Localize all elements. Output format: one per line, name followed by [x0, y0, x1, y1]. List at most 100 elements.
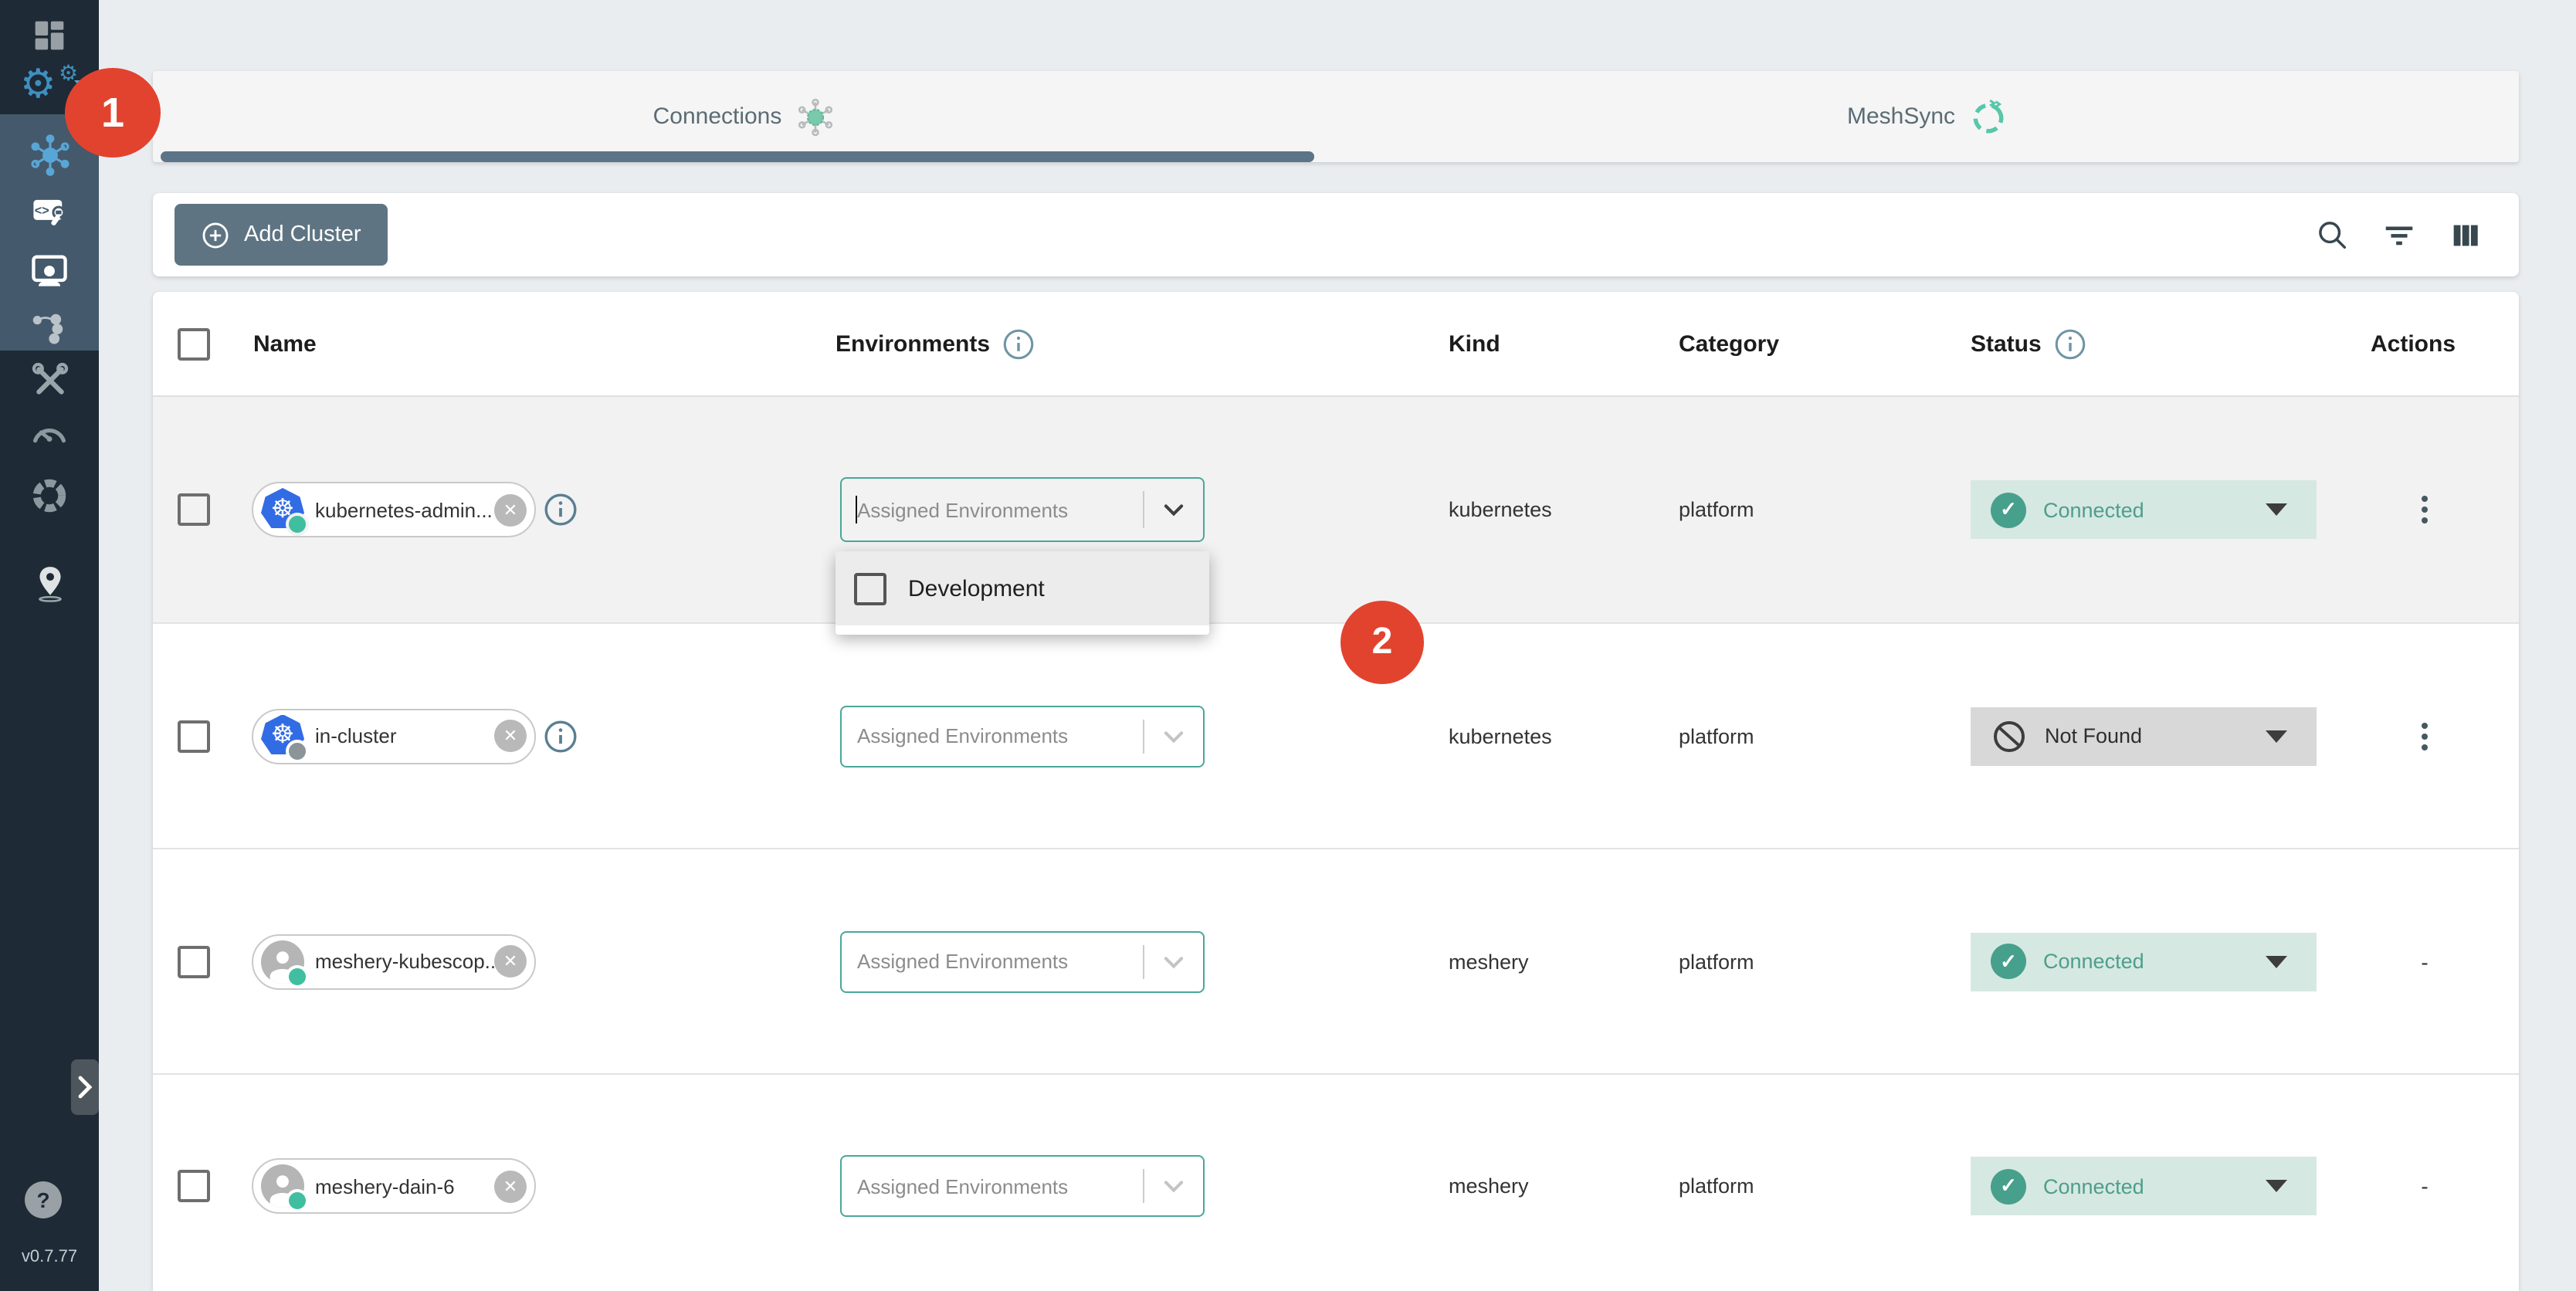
connection-chip[interactable]: meshery-kubescop... ✕	[252, 934, 536, 989]
caret-down-icon	[2266, 730, 2287, 742]
tab-meshsync[interactable]: MeshSync	[1336, 71, 2519, 162]
sidebar-item-configuration[interactable]	[0, 351, 99, 409]
chevron-down-icon[interactable]	[1157, 944, 1191, 978]
row-checkbox[interactable]	[178, 720, 210, 752]
table-row: ☸ kubernetes-admin... ✕ Dev	[153, 397, 2519, 622]
connection-chip[interactable]: meshery-dain-6 ✕	[252, 1158, 536, 1214]
option-checkbox[interactable]	[854, 572, 886, 605]
question-mark-icon: ?	[36, 1188, 49, 1212]
chevron-down-icon[interactable]	[1157, 719, 1191, 753]
environments-dropdown: Development	[836, 551, 1209, 635]
sidebar-expand-button[interactable]	[71, 1059, 99, 1115]
remove-connection-icon[interactable]: ✕	[494, 945, 527, 978]
chevron-down-icon[interactable]	[1157, 1169, 1191, 1203]
code-wrench-icon: <>	[29, 191, 69, 232]
environments-input[interactable]	[842, 498, 1120, 521]
filter-button[interactable]	[2378, 215, 2418, 255]
info-icon[interactable]	[2054, 327, 2086, 360]
select-divider	[1143, 1169, 1144, 1203]
active-tab-indicator	[161, 151, 1314, 162]
environments-input[interactable]	[842, 1174, 1120, 1198]
caret-down-icon	[2266, 503, 2287, 516]
tab-connections[interactable]: Connections	[153, 71, 1336, 162]
connection-name: in-cluster	[315, 724, 494, 747]
view-columns-button[interactable]	[2445, 215, 2485, 255]
status-badge[interactable]: ✓ Connected	[1971, 932, 2317, 991]
dropdown-option-development[interactable]: Development	[836, 551, 1209, 625]
connection-name: meshery-kubescop...	[315, 950, 494, 973]
search-button[interactable]	[2312, 215, 2352, 255]
screen-person-icon	[29, 250, 69, 290]
status-badge[interactable]: ✓ Connected	[1971, 1157, 2317, 1215]
environments-input[interactable]	[842, 724, 1120, 747]
add-cluster-button[interactable]: Add Cluster	[175, 204, 388, 266]
connections-table: Name Environments Kind Category Status A…	[153, 292, 2519, 1291]
kind-value: kubernetes	[1449, 724, 1552, 747]
column-header-name[interactable]: Name	[253, 330, 317, 357]
help-button[interactable]: ?	[25, 1181, 62, 1218]
page: ⚙ ⚙	[0, 0, 2576, 1291]
row-actions-menu-icon[interactable]	[2418, 493, 2431, 527]
mesh-network-icon	[29, 134, 70, 175]
plus-circle-icon	[201, 220, 230, 249]
connected-dot	[286, 1189, 309, 1212]
row-checkbox[interactable]	[178, 1170, 210, 1202]
connection-chip[interactable]: ☸ in-cluster ✕	[252, 708, 536, 764]
sidebar-item-performance[interactable]	[0, 405, 99, 463]
search-icon	[2314, 217, 2350, 252]
filter-icon	[2381, 217, 2416, 252]
sidebar-item-location-pin[interactable]	[0, 553, 99, 612]
environments-select[interactable]	[840, 477, 1205, 542]
table-row: meshery-dain-6 ✕ meshery platform ✓ Conn…	[153, 1073, 2519, 1291]
kind-value: meshery	[1449, 950, 1529, 973]
environments-input[interactable]	[842, 950, 1120, 973]
select-all-checkbox[interactable]	[178, 327, 210, 360]
status-badge[interactable]: ✓ Connected	[1971, 480, 2317, 539]
connection-chip[interactable]: ☸ kubernetes-admin... ✕	[252, 482, 536, 537]
sidebar-item-adapters[interactable]: <>	[0, 182, 99, 241]
tab-bar: Connections MeshSync	[153, 71, 2519, 162]
sidebar-item-environments[interactable]	[0, 296, 99, 355]
tab-connections-label: Connections	[653, 103, 782, 130]
select-divider	[1143, 491, 1144, 528]
category-value: platform	[1679, 724, 1754, 747]
row-checkbox[interactable]	[178, 945, 210, 978]
sidebar-item-extensions[interactable]	[0, 466, 99, 525]
connected-dot	[286, 513, 309, 536]
row-actions-menu-icon[interactable]	[2418, 719, 2431, 753]
columns-icon	[2447, 217, 2483, 252]
info-icon[interactable]	[1002, 327, 1035, 360]
column-header-status[interactable]: Status	[1971, 327, 2086, 360]
column-header-environments[interactable]: Environments	[836, 327, 1035, 360]
sidebar: ⚙ ⚙	[0, 0, 99, 1291]
column-header-actions: Actions	[2371, 330, 2456, 357]
status-badge[interactable]: Not Found	[1971, 706, 2317, 765]
environments-select[interactable]	[840, 1155, 1205, 1217]
remove-connection-icon[interactable]: ✕	[494, 720, 527, 752]
meshery-avatar-icon	[261, 940, 304, 983]
connection-name: meshery-dain-6	[315, 1174, 494, 1198]
column-header-kind[interactable]: Kind	[1449, 330, 1500, 357]
connection-info-icon[interactable]	[544, 493, 578, 527]
kubernetes-icon: ☸	[261, 488, 304, 531]
no-actions-dash: -	[2421, 949, 2428, 974]
connections-mesh-icon	[795, 97, 836, 137]
check-icon: ✓	[1991, 944, 2026, 979]
select-divider	[1143, 944, 1144, 978]
environments-select[interactable]	[840, 705, 1205, 767]
remove-connection-icon[interactable]: ✕	[494, 1170, 527, 1202]
row-checkbox[interactable]	[178, 493, 210, 526]
category-value: platform	[1679, 498, 1754, 521]
no-actions-dash: -	[2421, 1174, 2428, 1198]
chevron-down-icon[interactable]	[1157, 493, 1191, 527]
remove-connection-icon[interactable]: ✕	[494, 493, 527, 526]
block-icon	[1991, 717, 2028, 754]
environments-select[interactable]	[840, 930, 1205, 992]
connection-info-icon[interactable]	[544, 719, 578, 753]
tab-meshsync-label: MeshSync	[1847, 103, 1955, 130]
column-header-category[interactable]: Category	[1679, 330, 1779, 357]
caret-down-icon	[2266, 955, 2287, 967]
kind-value: meshery	[1449, 1174, 1529, 1198]
svg-text:<>: <>	[35, 204, 49, 218]
sidebar-item-workspaces[interactable]	[0, 241, 99, 300]
